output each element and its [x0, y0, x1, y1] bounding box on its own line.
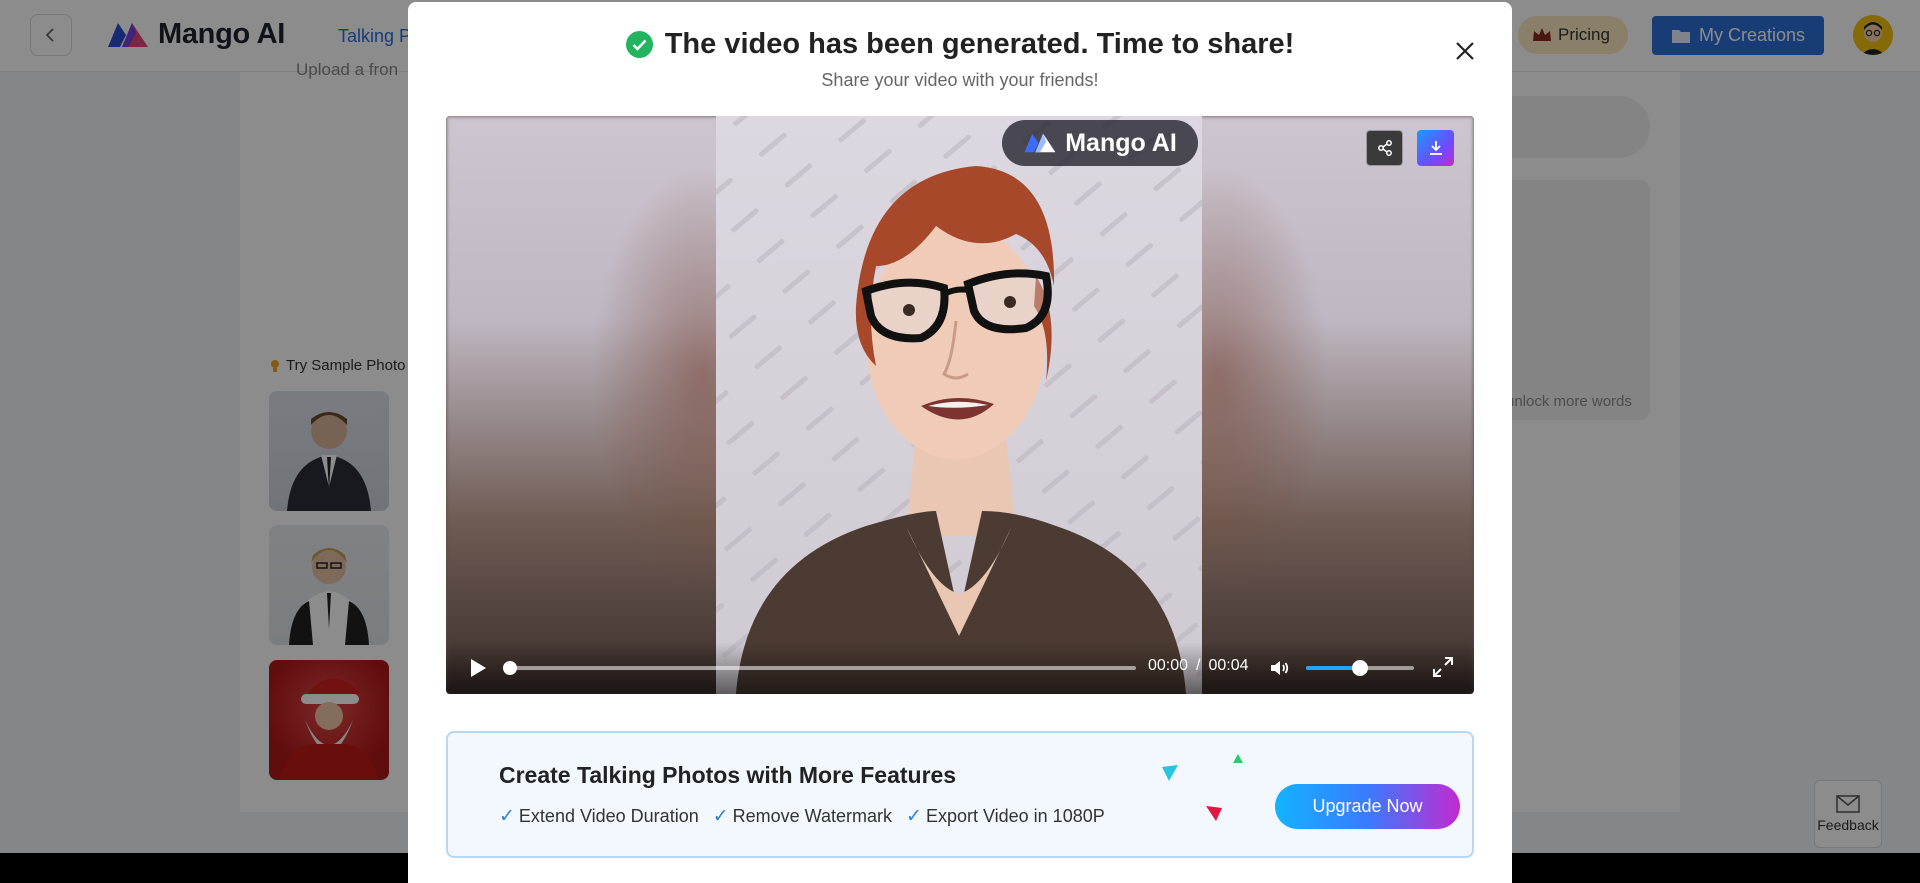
progress-handle[interactable]	[503, 661, 517, 675]
volume-handle[interactable]	[1352, 660, 1368, 676]
feature-item: ✓ Remove Watermark	[713, 805, 892, 828]
mango-logo-icon	[1024, 133, 1056, 153]
play-icon	[471, 659, 486, 677]
fullscreen-icon	[1433, 657, 1453, 677]
volume-icon	[1271, 661, 1289, 675]
video-frame	[716, 116, 1202, 694]
current-time: 00:00	[1148, 657, 1189, 674]
confetti-decoration	[1233, 754, 1243, 763]
modal-title-text: The video has been generated. Time to sh…	[664, 28, 1295, 60]
share-video-modal: The video has been generated. Time to sh…	[408, 2, 1512, 883]
confetti-decoration	[1162, 765, 1178, 781]
video-subject-image	[716, 116, 1202, 694]
progress-bar[interactable]	[503, 661, 1136, 675]
share-icon	[1377, 140, 1392, 156]
confetti-decoration	[1206, 806, 1222, 821]
check-icon: ✓	[712, 806, 729, 827]
check-icon: ✓	[906, 806, 922, 827]
modal-title: The video has been generated. Time to sh…	[408, 28, 1512, 61]
feature-item: ✓ Extend Video Duration	[499, 805, 699, 828]
duration: 00:04	[1208, 657, 1249, 674]
feature-label: Extend Video Duration	[518, 806, 699, 826]
modal-subtitle: Share your video with your friends!	[821, 70, 1099, 90]
promo-feature-list: ✓ Extend Video Duration ✓ Remove Watermark…	[499, 805, 1105, 828]
feature-label: Export Video in 1080P	[925, 806, 1105, 826]
close-icon	[1456, 42, 1474, 60]
feature-item: ✓ Export Video in 1080P	[906, 805, 1105, 828]
check-icon: ✓	[499, 806, 515, 827]
video-player[interactable]: Mango AI 00:00 / 00:04	[446, 116, 1474, 694]
video-watermark-text: Mango AI	[1065, 128, 1177, 157]
volume-slider[interactable]	[1306, 660, 1414, 676]
check-circle-icon	[625, 31, 653, 58]
time-display: 00:00 / 00:04	[1148, 657, 1249, 675]
share-button[interactable]	[1366, 130, 1403, 166]
play-button[interactable]	[466, 656, 490, 680]
close-button[interactable]	[1450, 36, 1480, 66]
download-icon	[1429, 141, 1442, 155]
download-button[interactable]	[1417, 130, 1454, 166]
feature-label: Remove Watermark	[732, 806, 893, 826]
video-controls: 00:00 / 00:04	[446, 642, 1474, 694]
upgrade-promo-card: Create Talking Photos with More Features…	[446, 731, 1474, 858]
time-separator: /	[1196, 657, 1201, 674]
promo-title: Create Talking Photos with More Features	[499, 762, 957, 788]
video-watermark-logo: Mango AI	[1002, 120, 1198, 166]
upgrade-now-button[interactable]: Upgrade Now	[1275, 784, 1460, 829]
fullscreen-button[interactable]	[1432, 656, 1456, 680]
volume-button[interactable]	[1268, 656, 1292, 680]
